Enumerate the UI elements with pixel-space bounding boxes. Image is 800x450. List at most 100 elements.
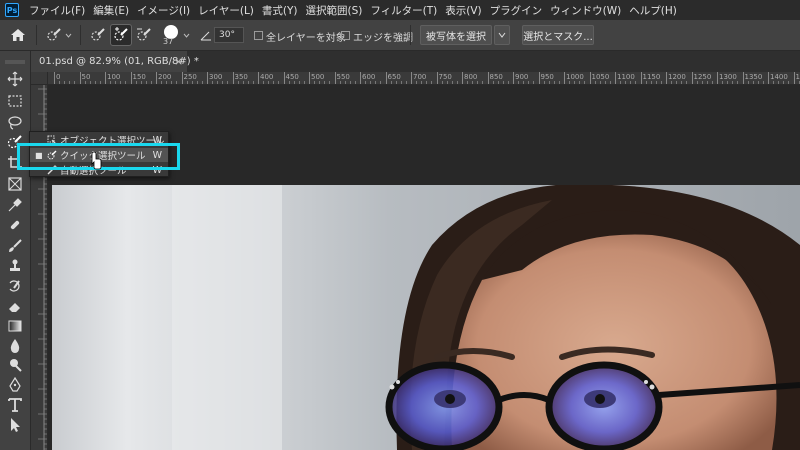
angle-input[interactable]: 30° xyxy=(214,27,244,43)
select-subject-dropdown[interactable] xyxy=(494,25,510,45)
ruler-tick-label: 500 xyxy=(311,73,325,81)
ruler-major-tick xyxy=(232,72,234,84)
menu-type[interactable]: 書式(Y) xyxy=(258,3,302,18)
brush-tool-icon[interactable] xyxy=(7,238,23,254)
sample-all-layers-label: 全レイヤーを対象 xyxy=(266,33,346,44)
ruler-major-tick xyxy=(207,72,208,84)
ruler-tick-label: 300 xyxy=(209,73,223,81)
ruler-tick-label: 350 xyxy=(234,73,248,81)
eyedropper-tool-icon[interactable] xyxy=(7,197,23,213)
history-brush-tool-icon[interactable] xyxy=(7,278,23,294)
menu-window[interactable]: ウィンドウ(W) xyxy=(546,3,625,18)
menu-help[interactable]: ヘルプ(H) xyxy=(625,3,681,18)
lasso-tool-icon[interactable] xyxy=(7,115,23,131)
menu-plugins[interactable]: プラグイン xyxy=(486,3,547,18)
divider xyxy=(410,25,411,45)
brush-size-value: 37 xyxy=(163,37,174,46)
portrait-photo xyxy=(52,185,800,450)
ruler-tick-label: 400 xyxy=(260,73,274,81)
photoshop-logo-icon: Ps xyxy=(5,3,19,17)
path-selection-tool-icon[interactable] xyxy=(7,417,23,433)
subtract-from-selection-mode-icon[interactable] xyxy=(133,24,155,46)
ruler-tick-label: 1250 xyxy=(693,73,712,81)
ruler-major-tick xyxy=(589,72,591,84)
ruler-tick-label: 1150 xyxy=(642,73,661,81)
dodge-tool-icon[interactable] xyxy=(7,357,23,373)
divider xyxy=(36,25,37,45)
select-and-mask-button[interactable]: 選択とマスク... xyxy=(522,25,594,45)
menu-filter[interactable]: フィルター(T) xyxy=(366,3,441,18)
menu-layer[interactable]: レイヤー(L) xyxy=(194,3,258,18)
pen-tool-icon[interactable] xyxy=(7,377,23,393)
gradient-tool-icon[interactable] xyxy=(7,318,23,334)
chevron-down-icon xyxy=(498,32,506,38)
tool-preset-picker-icon[interactable] xyxy=(43,24,65,46)
ruler-major-tick xyxy=(640,72,642,84)
ruler-major-tick xyxy=(462,72,463,84)
ruler-tick-label: 750 xyxy=(438,73,452,81)
marquee-tool-icon[interactable] xyxy=(7,93,23,109)
ruler-major-tick xyxy=(742,72,744,84)
horizontal-ruler[interactable]: 0 50 100 150 200 250 300 350 400 450 500 550 600 650 7… xyxy=(48,72,800,85)
ruler-major-tick xyxy=(538,72,540,84)
select-subject-button[interactable]: 被写体を選択 xyxy=(420,25,492,45)
move-tool-icon[interactable] xyxy=(7,71,23,87)
add-to-selection-mode-icon[interactable] xyxy=(110,24,132,46)
close-icon[interactable]: × xyxy=(174,55,183,68)
healing-brush-tool-icon[interactable] xyxy=(7,217,23,233)
ruler-tick-label: 150 xyxy=(132,73,146,81)
ruler-tick-label: 1400 xyxy=(770,73,788,81)
ruler-major-tick xyxy=(181,72,183,84)
ruler-tick-label: 1000 xyxy=(566,73,584,81)
tools-panel xyxy=(0,51,31,450)
ruler-tick-label: 50 xyxy=(81,73,91,81)
menu-edit[interactable]: 編集(E) xyxy=(89,3,133,18)
ruler-major-tick xyxy=(564,72,565,84)
panel-grip-icon[interactable] xyxy=(3,59,27,65)
ruler-major-tick xyxy=(258,72,259,84)
home-icon[interactable] xyxy=(10,27,26,43)
ruler-major-tick xyxy=(487,72,489,84)
clone-stamp-tool-icon[interactable] xyxy=(7,258,23,274)
ruler-tick-label: 0 xyxy=(56,73,61,81)
sample-all-layers-checkbox[interactable] xyxy=(254,31,263,40)
menu-image[interactable]: イメージ(I) xyxy=(133,3,194,18)
angle-icon xyxy=(200,31,211,41)
ruler-origin[interactable] xyxy=(31,72,48,85)
ruler-tick-label: 850 xyxy=(489,73,503,81)
eraser-tool-icon[interactable] xyxy=(7,298,23,314)
enhance-edge-checkbox[interactable] xyxy=(341,31,350,40)
menu-bar: Ps ファイル(F) 編集(E) イメージ(I) レイヤー(L) 書式(Y) 選… xyxy=(0,0,800,20)
chevron-down-icon[interactable] xyxy=(65,32,72,39)
ruler-major-tick xyxy=(156,72,157,84)
ruler-tick-label: 600 xyxy=(362,73,376,81)
menu-select[interactable]: 選択範囲(S) xyxy=(302,3,367,18)
document-canvas-image[interactable] xyxy=(52,185,800,450)
type-tool-icon[interactable] xyxy=(7,397,23,413)
frame-tool-icon[interactable] xyxy=(7,176,23,192)
ruler-major-tick xyxy=(717,72,718,84)
ruler-tick-label: 1100 xyxy=(617,73,635,81)
ruler-tick-label: 1350 xyxy=(744,73,763,81)
blur-tool-icon[interactable] xyxy=(7,338,23,354)
ruler-tick-label: 800 xyxy=(464,73,478,81)
ruler-major-tick xyxy=(130,72,132,84)
ruler-tick-label: 1450 xyxy=(795,73,800,81)
mouse-cursor-icon xyxy=(91,152,102,170)
ruler-major-tick xyxy=(334,72,336,84)
new-selection-mode-icon[interactable] xyxy=(87,24,109,46)
ruler-tick-label: 450 xyxy=(285,73,299,81)
ruler-major-tick xyxy=(793,72,795,84)
chevron-down-icon[interactable] xyxy=(183,32,190,39)
ruler-major-tick xyxy=(615,72,616,84)
ruler-major-tick xyxy=(691,72,693,84)
ruler-major-tick xyxy=(411,72,412,84)
ruler-major-tick xyxy=(666,72,667,84)
options-bar: 37 30° 全レイヤーを対象 エッジを強調 被写体を選択 選択とマスク... xyxy=(0,20,800,51)
menu-view[interactable]: 表示(V) xyxy=(441,3,485,18)
menu-file[interactable]: ファイル(F) xyxy=(25,3,89,18)
ruler-tick-label: 100 xyxy=(107,73,121,81)
document-tab[interactable]: 01.psd @ 82.9% (01, RGB/8#) * × xyxy=(31,51,199,72)
ruler-major-tick xyxy=(385,72,387,84)
ruler-tick-label: 650 xyxy=(387,73,401,81)
